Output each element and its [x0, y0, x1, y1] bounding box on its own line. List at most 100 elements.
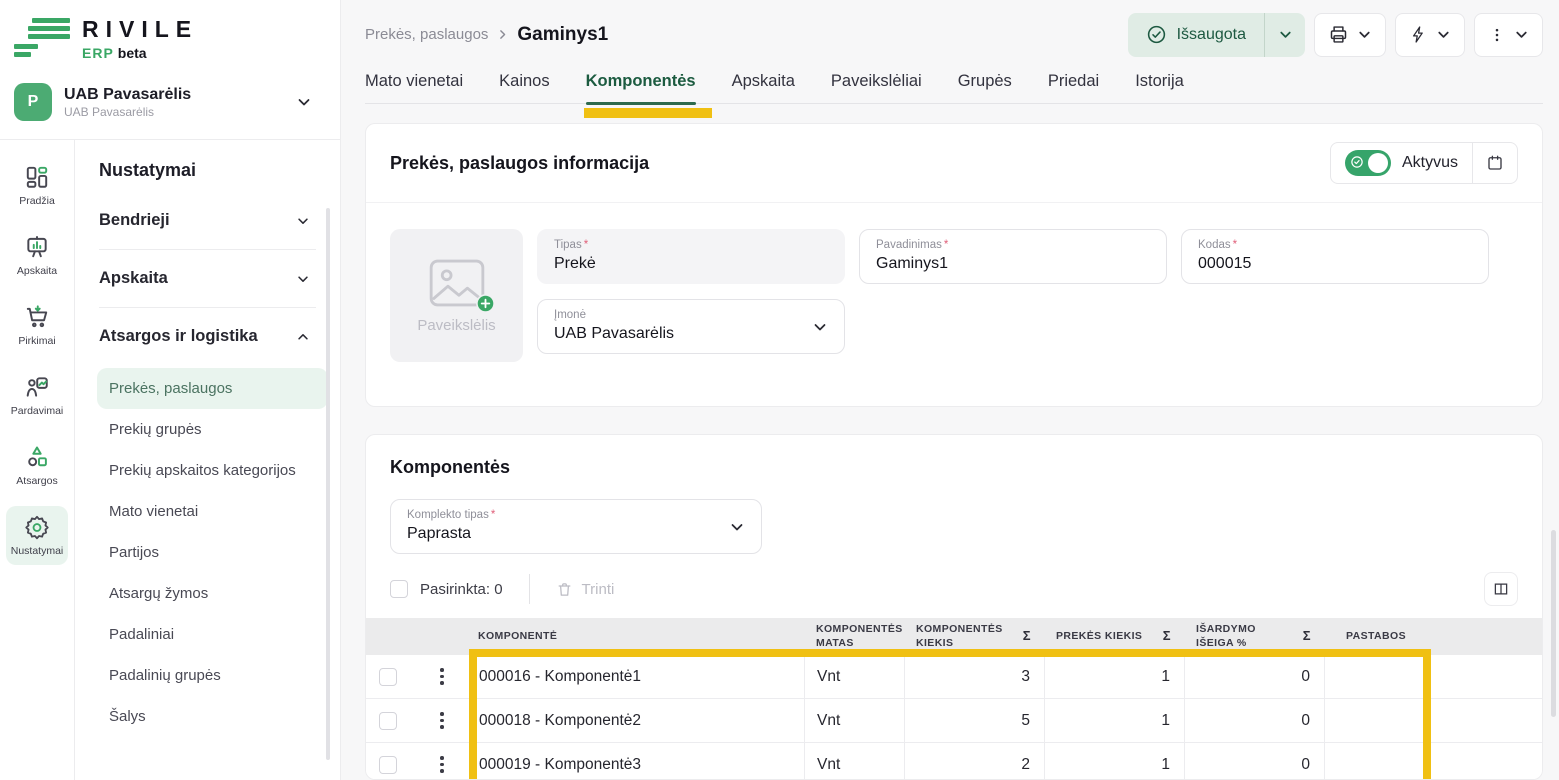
sidebar-item-padaliniai[interactable]: Padaliniai [97, 614, 328, 655]
active-label: Aktyvus [1402, 154, 1458, 172]
cell-pastabos[interactable] [1324, 743, 1494, 780]
select-all-checkbox[interactable] [390, 580, 408, 598]
cell-prekes-kiekis[interactable]: 1 [1044, 699, 1184, 742]
nav-group-apskaita[interactable]: Apskaita [99, 253, 316, 304]
page-scrollbar-thumb[interactable] [1551, 530, 1556, 717]
saved-dropdown-toggle[interactable] [1265, 13, 1305, 57]
rail-item-apskaita[interactable]: Apskaita [6, 226, 68, 285]
imone-select[interactable]: Įmonė UAB Pavasarėlis [537, 299, 845, 354]
sales-chart-icon [24, 374, 50, 400]
nav-group-atsargos-ir-logistika[interactable]: Atsargos ir logistika [99, 311, 316, 362]
cell-komponente[interactable]: 000019 - Komponentė3 [474, 743, 804, 780]
tab-mato-vienetai[interactable]: Mato vienetai [365, 66, 463, 103]
column-header-prekes-kiekis[interactable]: PREKĖS KIEKIS Σ [1044, 618, 1184, 655]
pavadinimas-field[interactable]: Pavadinimas* Gaminys1 [859, 229, 1167, 284]
chevron-down-icon [1436, 27, 1451, 42]
saved-split-button[interactable]: Išsaugota [1128, 13, 1305, 57]
column-header-isardymo-iseiga[interactable]: IŠARDYMO IŠEIGA % Σ [1184, 618, 1324, 655]
breadcrumb-parent-link[interactable]: Prekės, paslaugos [365, 26, 488, 43]
tab-paveiksleliai[interactable]: Paveikslėliai [831, 66, 922, 103]
column-header-komponentes-kiekis[interactable]: KOMPONENTĖS KIEKIS Σ [904, 618, 1044, 655]
cell-komponente[interactable]: 000016 - Komponentė1 [474, 655, 804, 698]
gear-icon [24, 514, 50, 540]
breadcrumb: Prekės, paslaugos Gaminys1 [365, 24, 608, 46]
settings-submenu: Nustatymai Bendrieji Apskaita Atsargos i… [75, 140, 340, 780]
tab-priedai[interactable]: Priedai [1048, 66, 1099, 103]
table-row: 000018 - Komponentė2 Vnt 5 1 0 [366, 699, 1542, 743]
column-header-pastabos[interactable]: PASTABOS [1324, 618, 1494, 655]
saved-button-main[interactable]: Išsaugota [1128, 13, 1264, 57]
komplekto-tipas-select[interactable]: Komplekto tipas* Paprasta [390, 499, 762, 554]
row-menu-kebab-icon[interactable] [436, 664, 448, 689]
tipas-field[interactable]: Tipas* Prekė [537, 229, 845, 284]
cell-pastabos[interactable] [1324, 699, 1494, 742]
cell-kiekis[interactable]: 3 [904, 655, 1044, 698]
tab-grupes[interactable]: Grupės [958, 66, 1012, 103]
table-header-row: KOMPONENTĖ KOMPONENTĖS MATAS KOMPONENTĖS… [366, 618, 1542, 655]
cell-isardymo-iseiga[interactable]: 0 [1184, 699, 1324, 742]
chevron-down-icon [1514, 27, 1529, 42]
shapes-icon [24, 444, 50, 470]
actions-button[interactable] [1395, 13, 1465, 57]
sidebar-item-prekiu-grupes[interactable]: Prekių grupės [97, 409, 328, 450]
rail-item-pardavimai[interactable]: Pardavimai [6, 366, 68, 425]
rail-item-atsargos[interactable]: Atsargos [6, 436, 68, 495]
tab-kainos[interactable]: Kainos [499, 66, 549, 103]
row-checkbox[interactable] [379, 712, 397, 730]
cell-kiekis[interactable]: 5 [904, 699, 1044, 742]
divider [99, 307, 316, 308]
tab-komponentes[interactable]: Komponentės [586, 66, 696, 103]
calendar-button[interactable] [1473, 143, 1517, 183]
rail-item-pradzia[interactable]: Pradžia [6, 156, 68, 215]
submenu-heading: Nustatymai [99, 160, 316, 181]
column-settings-button[interactable] [1484, 572, 1518, 606]
sidebar-item-atsargu-zymos[interactable]: Atsargų žymos [97, 573, 328, 614]
cell-pastabos[interactable] [1324, 655, 1494, 698]
row-menu-kebab-icon[interactable] [436, 752, 448, 777]
cell-kiekis[interactable]: 2 [904, 743, 1044, 780]
cell-komponente[interactable]: 000018 - Komponentė2 [474, 699, 804, 742]
more-menu-button[interactable] [1474, 13, 1543, 57]
sum-sigma-icon[interactable]: Σ [1023, 628, 1031, 644]
print-button[interactable] [1314, 13, 1386, 57]
chevron-up-icon [296, 330, 310, 344]
pavadinimas-value: Gaminys1 [876, 255, 1150, 273]
sidebar-item-partijos[interactable]: Partijos [97, 532, 328, 573]
cell-matas[interactable]: Vnt [804, 655, 904, 698]
cell-prekes-kiekis[interactable]: 1 [1044, 743, 1184, 780]
image-upload-placeholder[interactable]: Paveikslėlis [390, 229, 523, 362]
sidebar-item-salys[interactable]: Šalys [97, 696, 328, 737]
app-logo: RIVILE ERPbeta [14, 16, 324, 61]
sidebar-scrollbar-thumb[interactable] [326, 208, 330, 760]
kodas-field[interactable]: Kodas* 000015 [1181, 229, 1489, 284]
brand-title: RIVILE [82, 16, 198, 43]
sidebar-item-mato-vienetai[interactable]: Mato vienetai [97, 491, 328, 532]
sum-sigma-icon[interactable]: Σ [1303, 628, 1311, 644]
tab-istorija[interactable]: Istorija [1135, 66, 1184, 103]
cell-isardymo-iseiga[interactable]: 0 [1184, 743, 1324, 780]
rail-item-pirkimai[interactable]: Pirkimai [6, 296, 68, 355]
tab-apskaita[interactable]: Apskaita [732, 66, 795, 103]
active-toggle[interactable]: Aktyvus [1331, 143, 1472, 183]
brand-erp: ERP [82, 45, 114, 61]
imone-value: UAB Pavasarėlis [554, 325, 828, 343]
page-title: Gaminys1 [517, 24, 608, 46]
sidebar-item-padaliniu-grupes[interactable]: Padalinių grupės [97, 655, 328, 696]
row-checkbox[interactable] [379, 756, 397, 774]
row-checkbox[interactable] [379, 668, 397, 686]
nav-group-bendrieji[interactable]: Bendrieji [99, 195, 316, 246]
delete-button[interactable]: Trinti [556, 581, 615, 598]
sum-sigma-icon[interactable]: Σ [1163, 628, 1171, 644]
cell-isardymo-iseiga[interactable]: 0 [1184, 655, 1324, 698]
rail-item-nustatymai[interactable]: Nustatymai [6, 506, 68, 565]
column-header-komponente[interactable]: KOMPONENTĖ [474, 618, 804, 655]
column-header-komponentes-matas[interactable]: KOMPONENTĖS MATAS [804, 618, 904, 655]
row-menu-kebab-icon[interactable] [436, 708, 448, 733]
sidebar-item-prekes-paslaugos[interactable]: Prekės, paslaugos [97, 368, 328, 409]
cell-matas[interactable]: Vnt [804, 743, 904, 780]
active-control: Aktyvus [1330, 142, 1518, 184]
cell-matas[interactable]: Vnt [804, 699, 904, 742]
company-selector[interactable]: P UAB Pavasarėlis UAB Pavasarėlis [14, 83, 324, 121]
sidebar-item-prekiu-apskaitos-kategorijos[interactable]: Prekių apskaitos kategorijos [97, 450, 328, 491]
cell-prekes-kiekis[interactable]: 1 [1044, 655, 1184, 698]
